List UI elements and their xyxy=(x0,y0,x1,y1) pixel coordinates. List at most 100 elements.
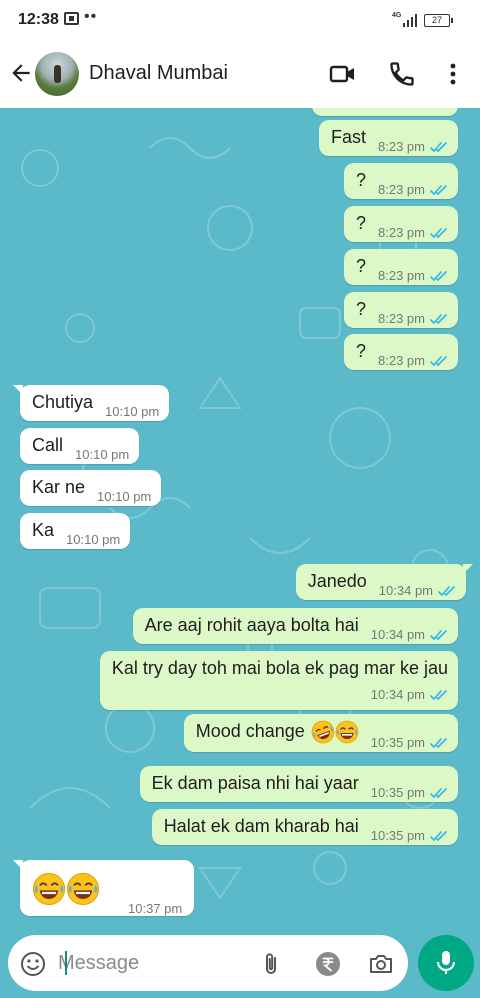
message-time: 10:35 pm xyxy=(370,828,425,843)
message-input[interactable] xyxy=(58,949,238,977)
outgoing-message[interactable]: Ek dam paisa nhi hai yaar 10:35 pm xyxy=(139,766,458,802)
message-meta: 10:34 pm xyxy=(371,687,448,702)
message-meta: 10:34 pm xyxy=(379,583,456,598)
message-meta: 10:35 pm xyxy=(371,735,448,750)
incoming-message[interactable]: Ka 10:10 pm xyxy=(20,513,131,549)
message-time: 8:23 pm xyxy=(378,139,425,154)
message-emojis xyxy=(32,872,100,906)
read-ticks-icon xyxy=(430,738,447,749)
outgoing-message[interactable]: Fast 8:23 pm xyxy=(319,120,458,156)
tears-of-joy-emoji xyxy=(32,872,66,906)
battery-icon: 27 xyxy=(424,14,453,27)
read-ticks-icon xyxy=(430,356,447,367)
message-text: Halat ek dam kharab hai xyxy=(163,816,359,836)
message-time: 10:35 pm xyxy=(370,735,425,750)
chat-area[interactable]: Fast 8:23 pm? 8:23 pm? 8:23 pm? 8:23 pm? 8:23… xyxy=(0,108,480,934)
mic-button[interactable] xyxy=(418,935,474,991)
message-text: ? xyxy=(356,170,367,190)
read-ticks-icon xyxy=(430,314,447,325)
message-time: 10:34 pm xyxy=(370,627,425,642)
status-time: 12:38 xyxy=(18,11,59,28)
read-ticks-icon xyxy=(430,142,447,153)
message-text: Fast xyxy=(331,127,367,147)
outgoing-message[interactable]: ? 8:23 pm xyxy=(344,249,458,285)
message-text: Ka xyxy=(32,520,55,540)
incoming-message[interactable]: Chutiya 10:10 pm xyxy=(12,385,170,421)
payment-rupee-icon[interactable] xyxy=(315,951,341,977)
outgoing-message[interactable]: Are aaj rohit aaya bolta hai 10:34 pm xyxy=(132,608,458,644)
message-time: 8:23 pm xyxy=(378,353,425,368)
camera-icon[interactable] xyxy=(368,951,394,977)
screen-cast-icon xyxy=(64,12,79,25)
message-text: ? xyxy=(356,341,367,361)
message-meta: 8:23 pm xyxy=(378,182,448,197)
network-type: 4G xyxy=(392,12,402,19)
emoji-icon[interactable] xyxy=(20,951,46,977)
outgoing-message[interactable]: Halat ek dam kharab hai 10:35 pm xyxy=(151,809,458,845)
read-ticks-icon xyxy=(430,271,447,282)
more-vert-icon[interactable] xyxy=(439,60,467,88)
tears-of-joy-emoji xyxy=(66,872,100,906)
message-meta: 8:23 pm xyxy=(378,268,448,283)
message-meta: 10:10 pm xyxy=(66,532,120,547)
message-meta: 10:35 pm xyxy=(371,785,448,800)
message-text: ? xyxy=(356,299,367,319)
attach-icon[interactable] xyxy=(258,951,284,977)
rolling-laugh-emoji xyxy=(311,720,335,744)
phone-icon[interactable] xyxy=(388,60,416,88)
chat-header: Dhaval Mumbai xyxy=(0,40,480,108)
message-text: Are aaj rohit aaya bolta hai xyxy=(144,615,359,635)
more-notifications-indicator: •• xyxy=(84,8,98,25)
text-cursor xyxy=(65,951,67,975)
read-ticks-icon xyxy=(438,586,455,597)
signal-icon xyxy=(403,14,417,27)
status-bar: 12:38 •• 4G 27 xyxy=(0,0,480,40)
message-text: Chutiya xyxy=(32,392,94,412)
incoming-message[interactable]: Kar ne 10:10 pm xyxy=(20,470,162,506)
message-meta: 10:35 pm xyxy=(371,828,448,843)
message-text: Mood change xyxy=(195,721,305,741)
message-meta: 10:10 pm xyxy=(97,489,151,504)
message-meta: 8:23 pm xyxy=(378,353,448,368)
outgoing-message[interactable]: ? 8:23 pm xyxy=(344,292,458,328)
message-text: Call xyxy=(32,435,64,455)
read-ticks-icon xyxy=(430,831,447,842)
contact-name[interactable]: Dhaval Mumbai xyxy=(89,62,228,85)
avatar[interactable] xyxy=(35,52,79,96)
message-time: 10:37 pm xyxy=(128,901,183,916)
message-time: 10:35 pm xyxy=(370,785,425,800)
read-ticks-icon xyxy=(430,788,447,799)
message-text: Ek dam paisa nhi hai yaar xyxy=(151,773,359,793)
outgoing-message[interactable]: Janedo 10:34 pm xyxy=(295,564,474,600)
message-text: ? xyxy=(356,256,367,276)
message-meta: 8:23 pm xyxy=(378,311,448,326)
incoming-message[interactable]: 10:37 pm xyxy=(12,860,195,916)
message-meta: 10:10 pm xyxy=(75,447,129,462)
outgoing-message[interactable]: ? 8:23 pm xyxy=(344,334,458,370)
message-composer xyxy=(8,935,408,991)
read-ticks-icon xyxy=(430,228,447,239)
outgoing-message[interactable]: Kal try day toh mai bola ek pag mar ke j… xyxy=(99,651,458,710)
incoming-message[interactable]: Call 10:10 pm xyxy=(20,428,140,464)
message-meta: 8:23 pm xyxy=(378,139,448,154)
message-text: Janedo xyxy=(307,571,367,591)
message-emojis xyxy=(311,720,359,744)
message-text: Kar ne xyxy=(32,477,86,497)
message-time: 10:10 pm xyxy=(75,447,130,462)
read-ticks-icon xyxy=(430,630,447,641)
message-time: 10:10 pm xyxy=(97,489,152,504)
mic-icon xyxy=(436,951,456,974)
message-time: 10:10 pm xyxy=(105,404,160,419)
tears-of-joy-emoji xyxy=(335,720,359,744)
outgoing-message[interactable]: ? 8:23 pm xyxy=(344,206,458,242)
message-meta: 8:23 pm xyxy=(378,225,448,240)
video-call-icon[interactable] xyxy=(329,60,357,88)
message-time: 10:10 pm xyxy=(66,532,121,547)
message-meta: 10:37 pm xyxy=(128,901,182,916)
back-arrow-icon[interactable] xyxy=(8,60,34,86)
outgoing-message[interactable]: ? 8:23 pm xyxy=(344,163,458,199)
read-ticks-icon xyxy=(430,690,447,701)
message-time: 10:34 pm xyxy=(370,687,425,702)
outgoing-message[interactable]: Mood change 10:35 pm xyxy=(183,714,458,752)
message-text: ? xyxy=(356,213,367,233)
